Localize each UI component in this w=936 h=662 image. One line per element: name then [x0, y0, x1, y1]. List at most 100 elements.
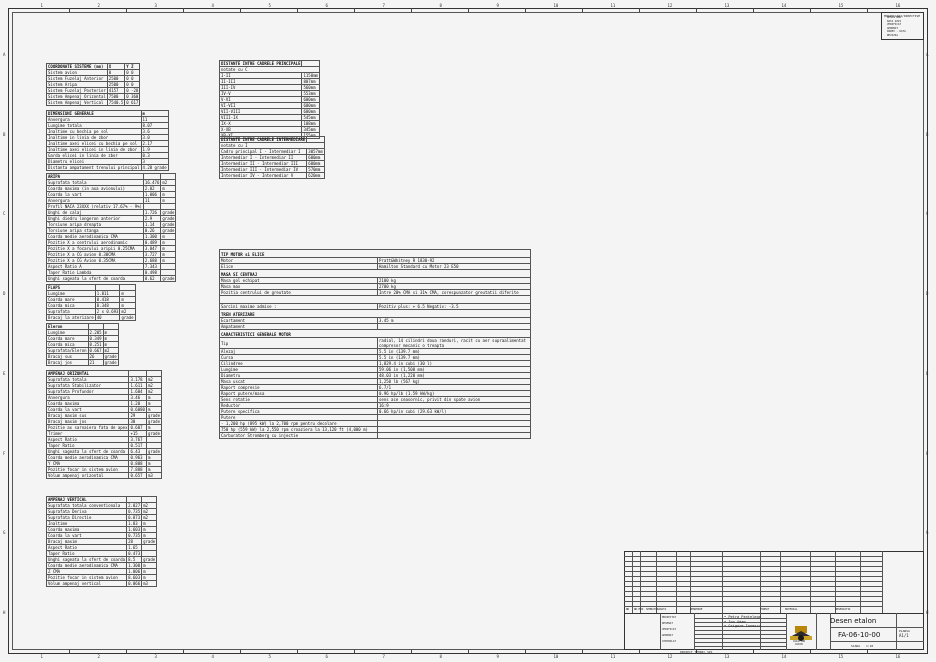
table-cell: Distanta ampatament trenului principal [46, 164, 142, 171]
table-cell: Profil NACA 23XXX (relativ 17.67% - 9%) [46, 203, 144, 210]
zone-tick [126, 650, 127, 654]
table-row: Inaltime cu bechia pe sol 3.6 [46, 128, 169, 135]
drawing-code: FA-06-10-00 [838, 631, 881, 639]
table-cell: grade [119, 314, 136, 321]
zone-top-label: 3 [154, 3, 157, 8]
zone-side-label: G [926, 530, 929, 536]
table-cell: 0.473 [126, 550, 143, 557]
revision-line: DESEN NOU [887, 16, 902, 19]
zone-top-label: 10 [553, 3, 559, 8]
table-row: Sistem Fuzelaj Anterior 2500 0 0 [46, 75, 141, 82]
table-row: Intermediar IV - Intermediar V 620mm [218, 172, 325, 179]
table-cell: Coarda medie aerodinamica CMA [45, 562, 128, 569]
zone-tick [297, 8, 298, 12]
header-cell-label: OBSERVATII [835, 608, 851, 611]
zone-side-label: E [3, 370, 6, 376]
table-row: Intermediar III - Intermediar IV 570mm [218, 166, 325, 173]
section-header-row: TIP MOTOR si ELICE [219, 249, 531, 258]
table-cell: Pozitie X a focarului aripii 0.25CMA [46, 245, 144, 252]
table-row: Bracaj la aterizare 40 grade [46, 314, 136, 321]
zone-tick [753, 650, 754, 654]
role-label: VERIFICAT [662, 628, 677, 631]
table-cell: 0.62 [142, 275, 162, 282]
zone-tick [639, 8, 640, 12]
grid-line [632, 551, 633, 613]
zone-tick [126, 8, 127, 12]
table-cell: Intermediar III - Intermediar IV [218, 166, 308, 173]
grid-line [694, 634, 786, 635]
table-cell: 8.603 [126, 574, 143, 581]
scale-value: 1:10 [866, 644, 874, 648]
zone-bottom-label: 11 [610, 654, 616, 659]
grid-line [786, 613, 787, 650]
table-cell: Pozitie focar in sistem avion [45, 574, 128, 581]
zone-tick [69, 8, 70, 12]
table-cell: 4.20 grade [140, 164, 169, 171]
table-cell: grade [160, 221, 177, 228]
zone-tick [582, 8, 583, 12]
zone-top-label: 12 [667, 3, 673, 8]
zone-top-label: 2 [97, 3, 100, 8]
zone-top-label: 14 [781, 3, 787, 8]
table-cell: 21 [87, 359, 104, 366]
zone-top-label: 1 [40, 3, 43, 8]
table-row: Sistem Ampenaj Orizontal 7500 0 360 [46, 93, 141, 100]
table-cell: 750 hp (559 kW) la 2,550 rpm croaziera l… [219, 426, 378, 433]
header-cell-label: DENUMIRE [690, 608, 703, 611]
zone-side-label: D [926, 291, 929, 297]
table-general-dimensions: DIMENSIUNI GENERALE m Anvergura 11 Lungime t… [46, 110, 169, 171]
table-row: Intermediar I - Intermediar II 600mm [218, 154, 325, 161]
table-row: Intermediar II - Intermediar III 600mm [218, 160, 325, 167]
grid-line [830, 641, 924, 642]
zone-tick [525, 650, 526, 654]
table-cell: 0.251 [87, 341, 104, 348]
grid-line [624, 556, 882, 557]
zone-tick [411, 8, 412, 12]
table-cell: grade [141, 538, 158, 545]
scale-label: SCARA [851, 644, 861, 648]
table-cell: grade [145, 448, 162, 455]
table-cell: 7540.5 [106, 99, 126, 106]
zone-top-label: 8 [439, 3, 442, 8]
company-stamp: AVIATION AVION [788, 625, 814, 647]
table-row: Distanta ampatament trenului principal 4.… [46, 164, 169, 171]
zone-tick [240, 8, 241, 12]
zone-top-label: 9 [496, 3, 499, 8]
zone-side-label: H [926, 610, 929, 616]
grid-line [694, 638, 786, 639]
table-cell: grade [102, 353, 119, 360]
table-cell: 0 617 [124, 99, 141, 106]
header-cell: COORDONATE SISTEME (mm) [46, 63, 108, 70]
table-intermediate-frame-distances: DISTANTE INTRE CADRELE INTERMEDIARE notat… [218, 136, 325, 179]
table-vertical-tail: AMPENAJ VERTICAL Suprafata totala convent… [45, 496, 158, 587]
zone-tick [411, 650, 412, 654]
role-label: APROBAT [662, 634, 673, 637]
zone-side-label: F [3, 450, 6, 456]
table-cell: Cadru principal I - Intermediar I [218, 148, 308, 155]
grid-line [624, 606, 882, 607]
section-header-row [219, 295, 531, 304]
section-header-cell [219, 295, 531, 304]
zone-tick [468, 8, 469, 12]
table-cell: Volum ampenaj vertical [45, 580, 128, 587]
table-row: Carburator Stromberg cu injectie [219, 432, 531, 439]
designer-name: • Ion Adam [724, 619, 746, 624]
table-cell: Coarda medie aerodinamica CMA [45, 454, 130, 461]
header-cell-label: MATERIAL [785, 608, 798, 611]
zone-tick [696, 8, 697, 12]
table-cell: Bracaj la aterizare [46, 314, 96, 321]
zone-tick [753, 8, 754, 12]
table-row: Garda elicei in linia de zbor 0.3 [46, 152, 169, 159]
zone-bottom-label: 5 [268, 654, 271, 659]
grid-line [660, 613, 661, 650]
table-cell: Carburator Stromberg cu injectie [219, 432, 378, 439]
zone-top-label: 13 [724, 3, 730, 8]
grid-line [830, 627, 924, 628]
table-cell: grade [145, 430, 162, 437]
table-cell: 40 [94, 314, 121, 321]
table-aileron: Eleron Lungime 2.205 m Coarda mare 0.349 m Coar… [46, 323, 119, 366]
zone-side-label: B [926, 131, 929, 137]
zone-top-label: 16 [895, 3, 901, 8]
table-coordinate-systems: COORDONATE SISTEME (mm) X Y Z Sistem avion 0… [46, 63, 141, 106]
section-header-cell: TIP MOTOR si ELICE [219, 249, 531, 258]
